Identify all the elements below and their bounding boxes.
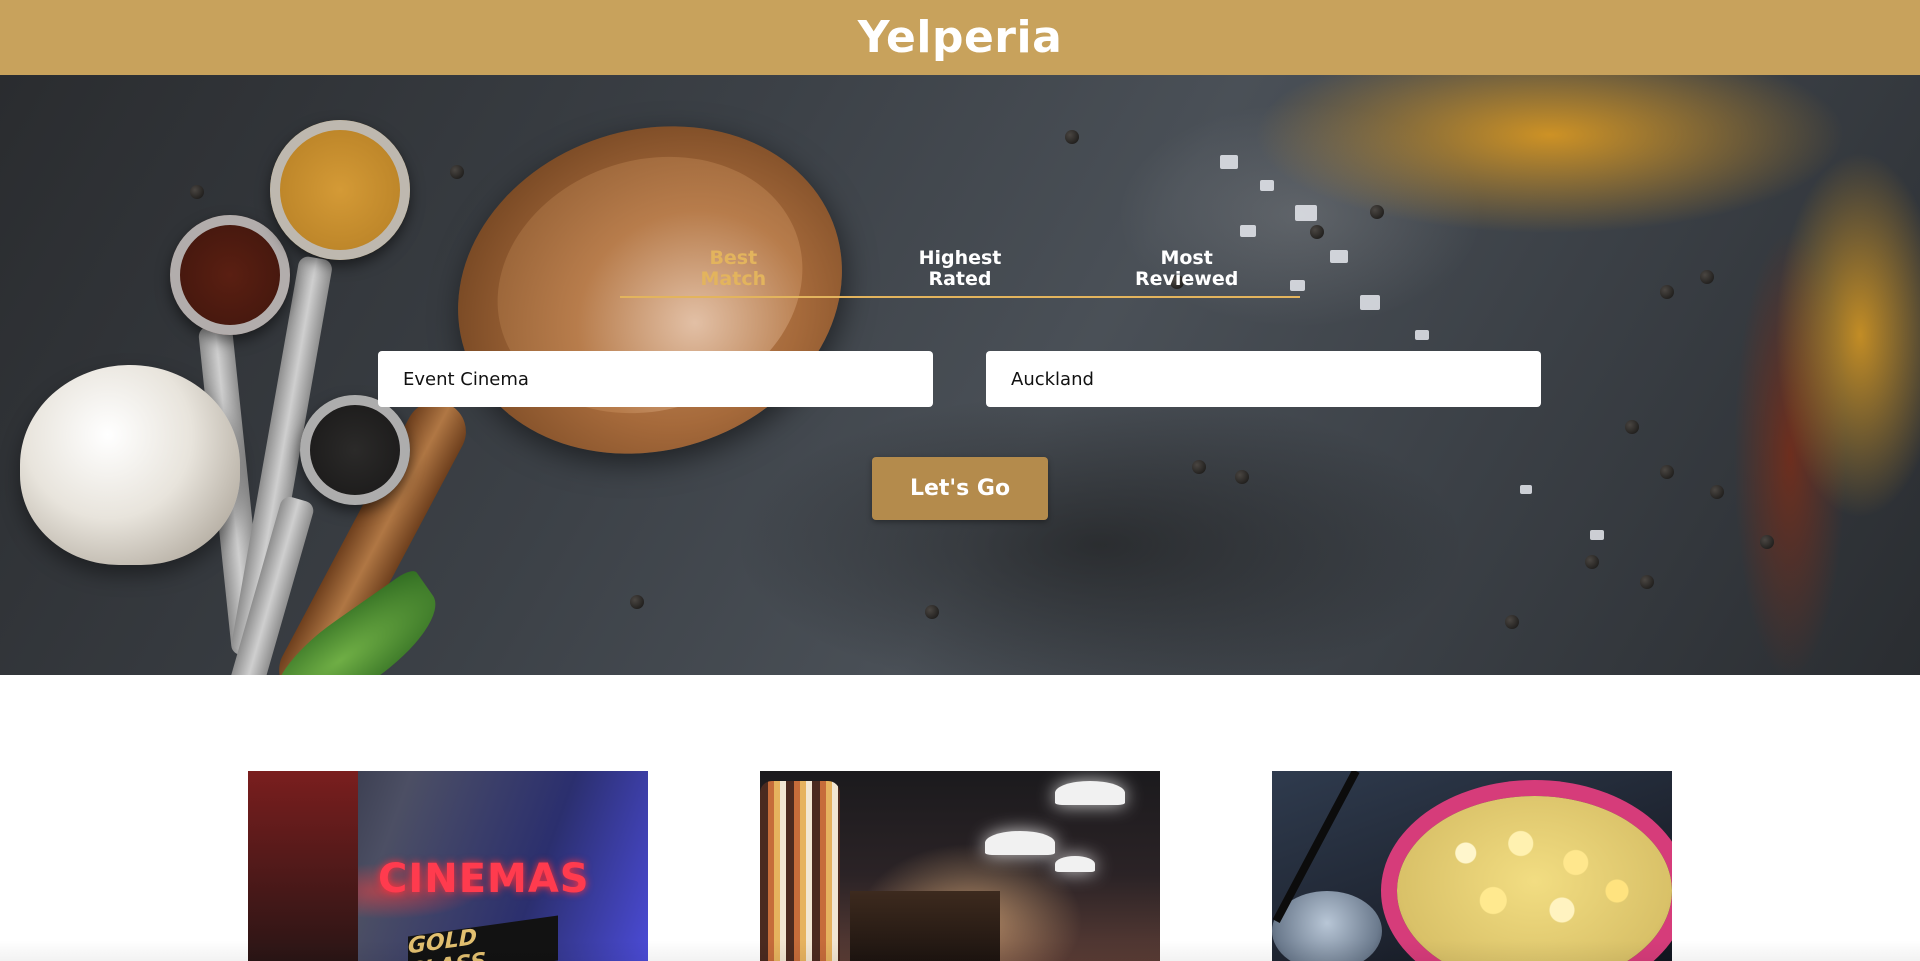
peppercorn xyxy=(1660,465,1674,479)
pendant-lamp xyxy=(1055,781,1125,805)
pendant-lamp xyxy=(985,831,1055,855)
lets-go-button[interactable]: Let's Go xyxy=(872,457,1048,520)
tab-best-match[interactable]: Best Match xyxy=(653,248,813,290)
tab-highest-rated[interactable]: Highest Rated xyxy=(880,248,1040,290)
popcorn-tub xyxy=(1397,796,1672,961)
peppercorn-spoon xyxy=(300,395,410,505)
salt-crystal xyxy=(1415,330,1429,340)
tab-label: Highest Rated xyxy=(918,247,1002,290)
striped-pillar xyxy=(760,781,840,961)
peppercorn xyxy=(925,605,939,619)
salt-crystal xyxy=(1590,530,1604,540)
peppercorn xyxy=(1760,535,1774,549)
peppercorn xyxy=(1585,555,1599,569)
peppercorn xyxy=(1625,420,1639,434)
garlic-bulb xyxy=(20,365,240,565)
brand-title: Yelperia xyxy=(857,12,1063,63)
peppercorn xyxy=(630,595,644,609)
peppercorn xyxy=(1370,205,1384,219)
salt-crystal xyxy=(1330,250,1348,263)
salt-crystal xyxy=(1220,155,1238,169)
salt-crystal xyxy=(1520,485,1532,494)
tab-label: Most Reviewed xyxy=(1134,247,1239,290)
tab-underline xyxy=(620,296,1300,298)
peppercorn xyxy=(1235,470,1249,484)
pendant-lamp xyxy=(1055,856,1095,872)
peppercorn xyxy=(450,165,464,179)
result-image-1[interactable]: CINEMAS GOLD CLASS xyxy=(248,771,648,961)
tab-most-reviewed[interactable]: Most Reviewed xyxy=(1107,248,1267,290)
bottom-shade xyxy=(0,940,1920,961)
storefront-wall xyxy=(248,771,358,961)
sort-tabs: Best Match Highest Rated Most Reviewed xyxy=(620,172,1300,299)
peppercorn xyxy=(1640,575,1654,589)
peppercorn xyxy=(1710,485,1724,499)
paprika-spoon xyxy=(170,215,290,335)
turmeric-spoon xyxy=(270,120,410,260)
neon-sign: CINEMAS xyxy=(378,856,590,902)
peppercorn xyxy=(190,185,204,199)
peppercorn xyxy=(1505,615,1519,629)
result-image-2[interactable] xyxy=(760,771,1160,961)
peppercorn xyxy=(1700,270,1714,284)
search-term-input[interactable] xyxy=(378,351,933,407)
hero-section xyxy=(0,75,1920,675)
peppercorn xyxy=(1192,460,1206,474)
peppercorn xyxy=(1065,130,1079,144)
app-header: Yelperia xyxy=(0,0,1920,75)
tab-label: Best Match xyxy=(700,247,767,290)
peppercorn xyxy=(1660,285,1674,299)
salt-crystal xyxy=(1360,295,1380,310)
result-image-3[interactable] xyxy=(1272,771,1672,961)
peppercorn xyxy=(1310,225,1324,239)
location-input[interactable] xyxy=(986,351,1541,407)
